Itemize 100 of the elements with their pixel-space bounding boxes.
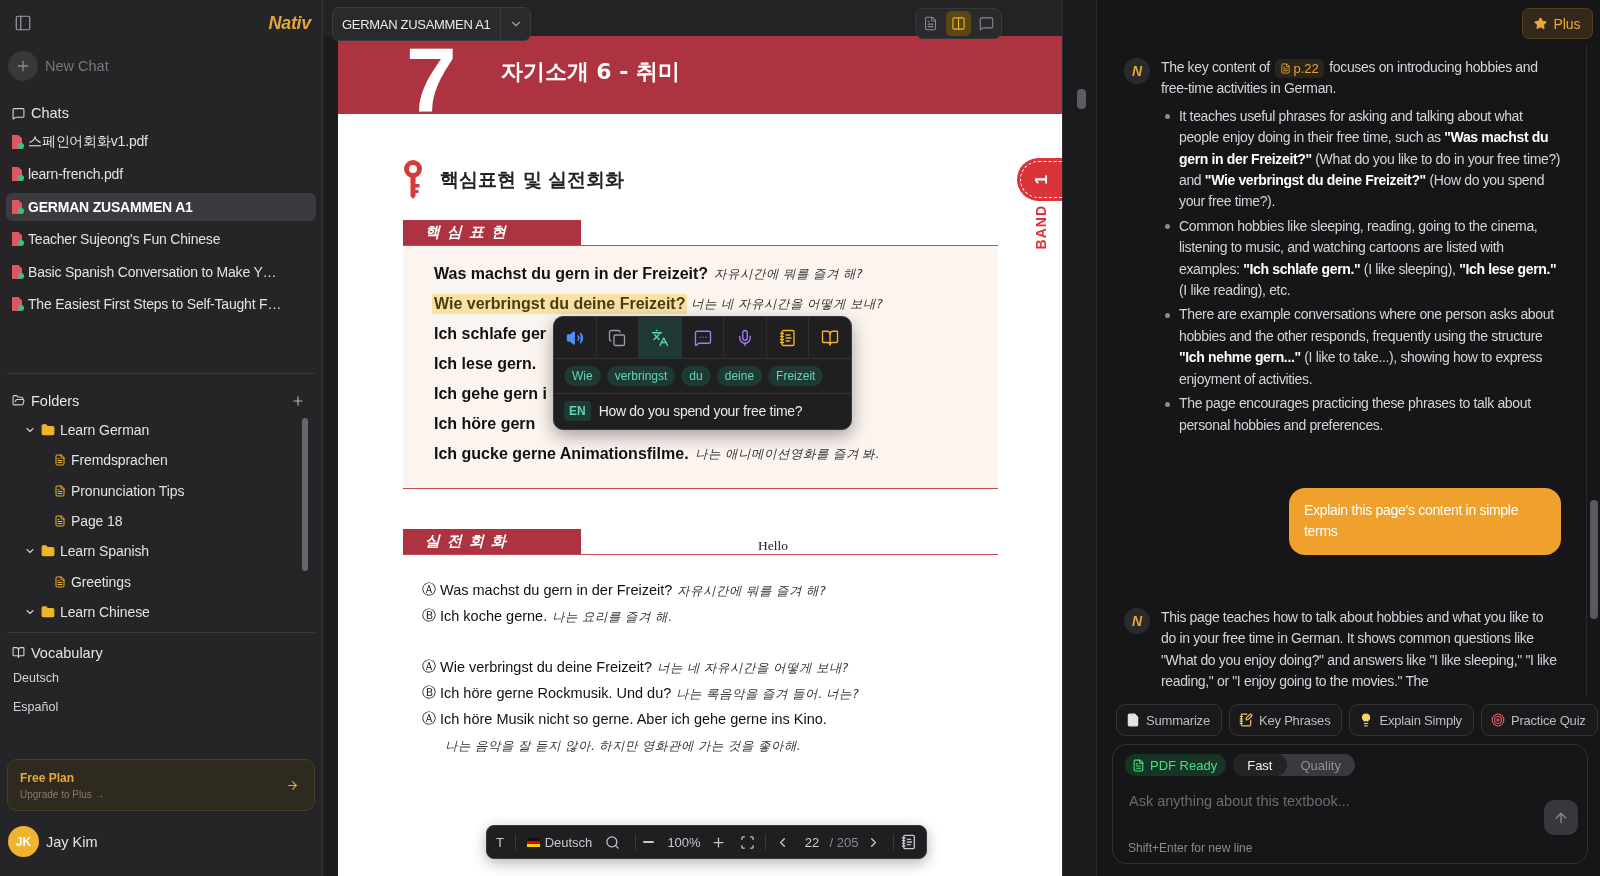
notebook-icon <box>778 329 797 347</box>
panel-icon <box>14 14 32 32</box>
translate-icon <box>650 329 669 347</box>
message-input[interactable]: Ask anything about this textbook... <box>1125 790 1525 812</box>
send-button[interactable] <box>1544 800 1578 835</box>
document-icon <box>923 16 938 31</box>
folder-item[interactable]: Learn German <box>24 414 154 446</box>
arrow-right-icon <box>286 778 299 792</box>
status-badge: PDF Ready <box>1125 754 1227 776</box>
document-icon <box>1280 62 1292 74</box>
user-name: Jay Kim <box>46 833 98 850</box>
chat-item[interactable]: GERMAN ZUSAMMEN A1 <box>6 192 316 221</box>
plan-title: Free Plan <box>20 770 75 785</box>
file-icon <box>54 454 66 467</box>
notebook-icon <box>901 834 917 850</box>
translation-text: 자유시간에 뭐를 즐겨 해? <box>714 265 863 283</box>
chat-item[interactable]: Basic Spanish Conversation to Make Y… <box>6 257 316 286</box>
word-chip[interactable]: Freizeit <box>768 366 824 386</box>
add-folder-button[interactable] <box>291 393 305 408</box>
folder-item[interactable]: Learn Spanish <box>24 536 153 567</box>
page-reference-link[interactable]: p.22 <box>1275 58 1324 78</box>
chapter-marker: 1 <box>1017 158 1062 201</box>
bullet-text: Common hobbies like sleeping, reading, going to the cinema, listening to music, and watching cartoons are listed with examples: "Ich schlafe gern." (I like sleeping), "Ich lese gern." (I like reading), etc. <box>1179 216 1558 301</box>
book-icon <box>821 329 840 347</box>
language-badge: EN <box>564 401 591 421</box>
folder-icon <box>41 423 55 438</box>
bullet-icon <box>1165 114 1170 120</box>
mode-option[interactable]: Quality <box>1286 754 1355 776</box>
scrollbar[interactable] <box>1589 500 1598 619</box>
speaker-label: Ⓐ <box>422 709 436 728</box>
folder-icon <box>41 604 55 619</box>
speaker-label: Ⓐ <box>422 657 436 676</box>
quick-action-button[interactable]: Summarize <box>1116 704 1222 736</box>
section-heading: 핵심표현 및 실전회화 <box>440 166 625 192</box>
assistant-avatar: N <box>1124 58 1150 84</box>
language-button[interactable]: Deutsch <box>525 829 594 855</box>
speaker-label: Ⓐ <box>422 580 436 599</box>
split-view-button[interactable] <box>946 11 971 36</box>
plan-card[interactable]: Free Plan Upgrade to Plus → <box>7 759 315 811</box>
vocabulary-item[interactable]: Español <box>13 692 59 721</box>
chat-item[interactable]: Teacher Sujeong's Fun Chinese <box>6 225 316 254</box>
folder-item[interactable]: Learn Chinese <box>24 596 154 628</box>
book-icon <box>12 646 25 660</box>
quick-action-button[interactable]: Explain Simply <box>1349 704 1474 736</box>
file-item[interactable]: Greetings <box>54 566 135 597</box>
quick-action-button[interactable]: Key Phrases <box>1228 704 1343 736</box>
assistant-avatar: N <box>1124 607 1150 634</box>
speaker-icon <box>565 329 584 347</box>
search-icon <box>604 834 620 850</box>
chat-item[interactable]: The Easiest First Steps to Self-Taught F… <box>6 289 316 318</box>
expression-text: Ich gehe gern i <box>433 384 548 404</box>
expression-text: Ich gucke gerne Animationsfilme. <box>433 444 690 464</box>
plus-icon <box>291 393 305 408</box>
flag-icon <box>526 837 540 847</box>
translation-text: 나는 애니메이션영화를 즐겨 봐. <box>694 445 880 463</box>
mode-option[interactable]: Fast <box>1233 754 1287 776</box>
file-item[interactable]: Page 18 <box>54 505 127 537</box>
input-hint: Shift+Enter for new line <box>1128 841 1253 855</box>
document-icon <box>12 167 24 182</box>
file-icon <box>54 575 66 588</box>
document-dropdown[interactable]: GERMAN ZUSAMMEN A1 <box>332 7 532 41</box>
target-icon <box>1490 713 1505 727</box>
bullet-text: It teaches useful phrases for asking and talking about what people enjoy doing in their free time, such as "Was machst du gern in der Freizeit?" (What do you like to do in your free time?) and "Wie verbringst du deine Freizeit?" (How do you spend your free time?). <box>1179 106 1561 212</box>
file-item[interactable]: Fremdsprachen <box>54 445 172 476</box>
chapter-number: 7 <box>406 46 457 114</box>
scrollbar[interactable] <box>1077 89 1086 109</box>
text-tool-button[interactable]: T <box>488 829 512 855</box>
word-chip[interactable]: du <box>681 366 711 386</box>
expression-text: Was machst du gern in der Freizeit? <box>433 264 710 284</box>
translation-text: 나는 요리를 즐겨 해. <box>552 608 673 626</box>
memo-icon <box>1238 713 1253 727</box>
user-avatar: JK <box>8 826 39 857</box>
word-chip[interactable]: deine <box>716 366 763 386</box>
word-chip[interactable]: Wie <box>564 366 601 386</box>
chat-item[interactable]: 스페인어회화v1.pdf <box>6 128 316 156</box>
vocabulary-item[interactable]: Deutsch <box>13 663 59 692</box>
translation-text: 나는 록음악을 즐겨 들어. 너는? <box>676 685 859 703</box>
folder-icon <box>41 544 55 559</box>
upgrade-button[interactable]: Plus <box>1522 8 1593 39</box>
translate-button[interactable] <box>639 317 682 359</box>
speaker-label: Ⓑ <box>422 606 436 625</box>
bullet-icon <box>1165 401 1170 407</box>
page-input[interactable]: 22 <box>798 831 826 853</box>
document-icon <box>12 296 24 311</box>
translation-text: How do you spend your free time? <box>598 403 803 419</box>
chat-bubble-icon <box>12 106 25 120</box>
chat-item[interactable]: learn-french.pdf <box>6 160 316 189</box>
sidebar-toggle-button[interactable] <box>13 13 33 33</box>
bullet-icon <box>1165 224 1170 230</box>
translation-text: 자유시간에 뭐를 즐겨 해? <box>677 582 826 600</box>
translation-text: 너는 네 자유시간을 어떻게 보내? <box>656 659 849 677</box>
plus-icon <box>8 51 38 81</box>
scrollbar[interactable] <box>302 417 308 571</box>
file-item[interactable]: Pronunciation Tips <box>54 475 189 506</box>
word-chip[interactable]: verbringst <box>606 366 676 386</box>
dialogue-text: Ich höre gerne Rockmusik. Und du? <box>440 685 672 701</box>
dialogue-text: Wie verbringst du deine Freizeit? <box>440 659 652 675</box>
quick-action-button[interactable]: Practice Quiz <box>1480 704 1598 736</box>
dialogue-text: Ich koche gerne. <box>440 608 548 624</box>
file-icon <box>1132 758 1145 772</box>
